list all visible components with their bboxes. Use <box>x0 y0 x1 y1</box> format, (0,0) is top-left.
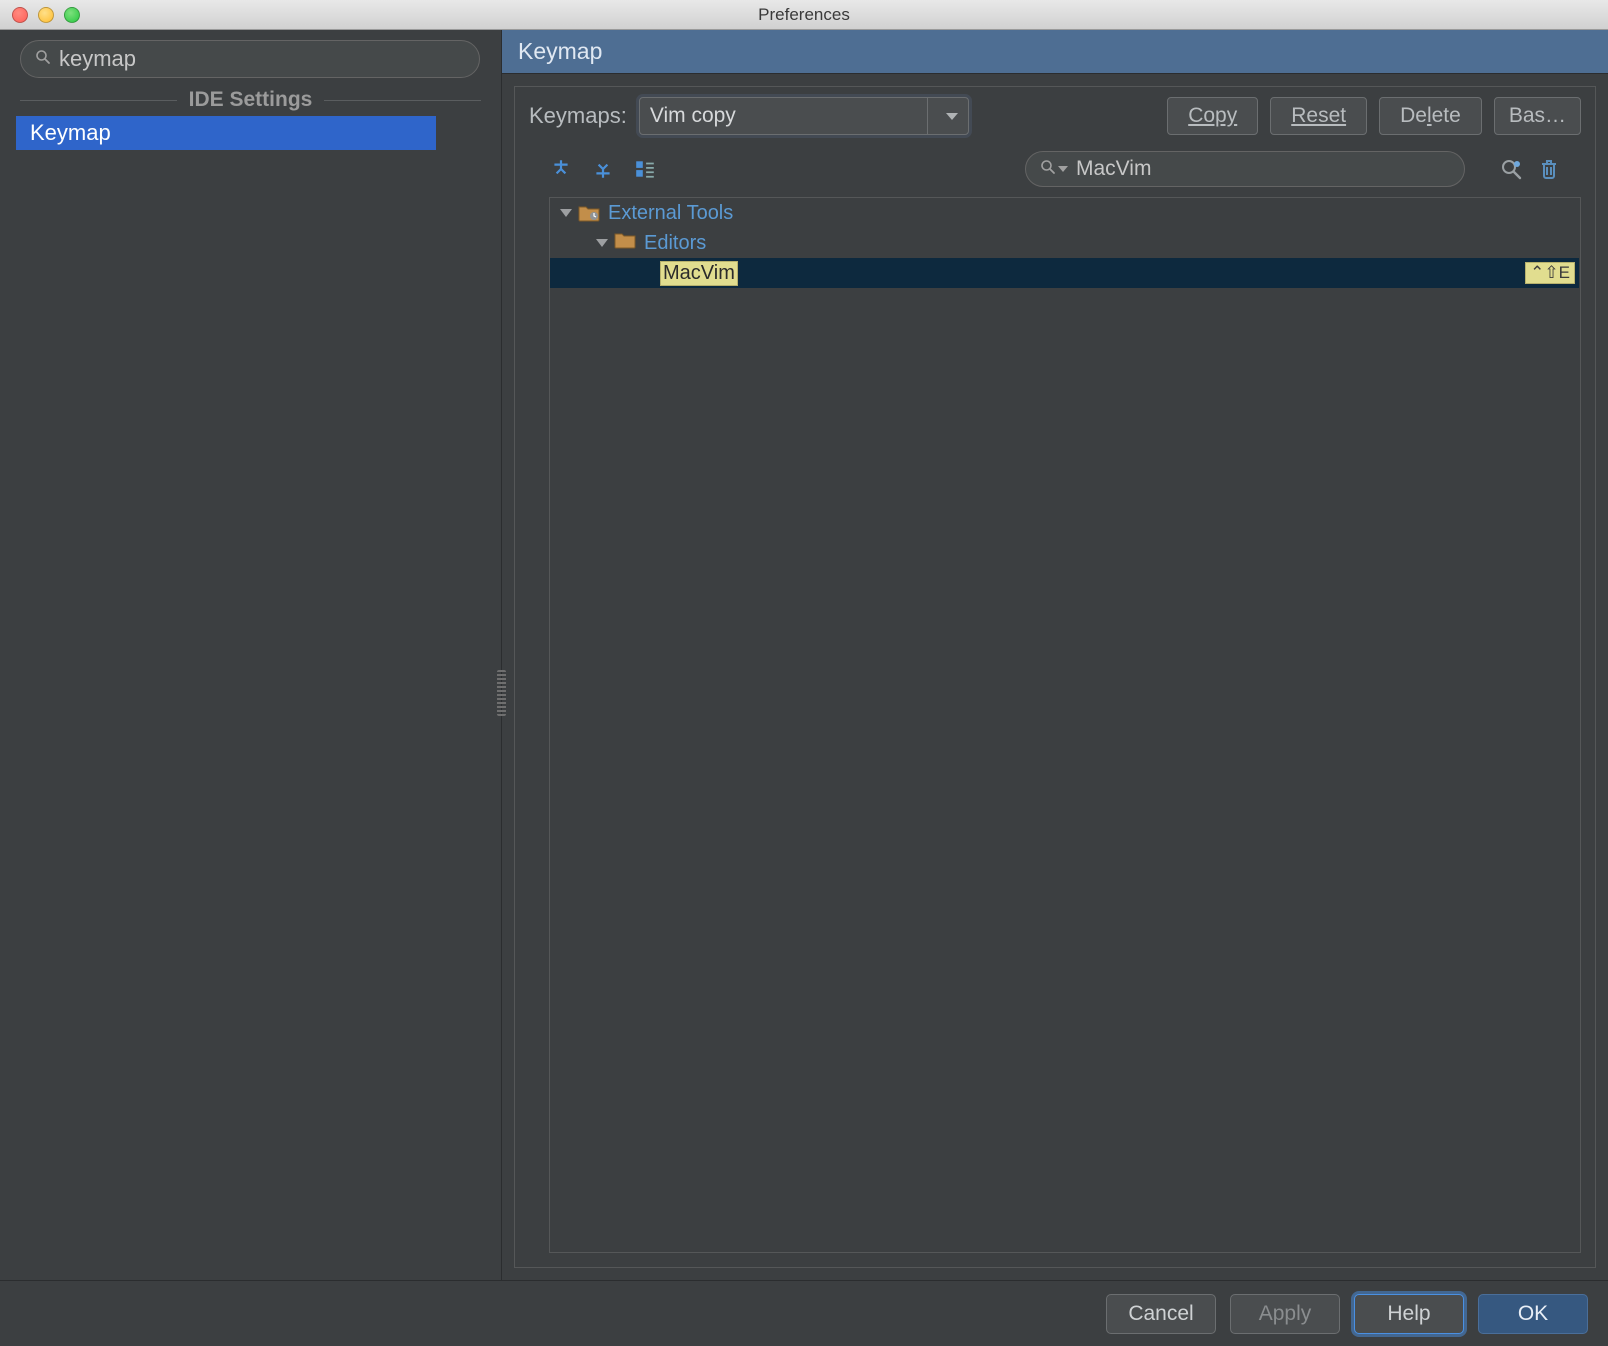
sidebar: keymap IDE Settings Keymap <box>0 30 502 1280</box>
tree-leaf-macvim[interactable]: MacVim ⌃⇧E <box>550 258 1579 288</box>
based-on-button[interactable]: Bas… <box>1494 97 1581 135</box>
search-history-icon[interactable] <box>1058 166 1068 172</box>
edit-shortcut-button[interactable] <box>633 157 657 181</box>
search-icon <box>1040 159 1056 180</box>
tree-node-external-tools[interactable]: External Tools <box>550 198 1580 228</box>
keymaps-dropdown[interactable]: Vim copy <box>639 97 969 135</box>
delete-button[interactable]: Delete <box>1379 97 1482 135</box>
splitter-handle[interactable] <box>497 670 506 716</box>
section-header-label: IDE Settings <box>177 88 325 112</box>
content: keymap IDE Settings Keymap Keymap Keymap… <box>0 30 1608 1280</box>
tree-node-editors[interactable]: Editors <box>550 228 1580 258</box>
section-header: IDE Settings <box>20 88 481 112</box>
window-title: Preferences <box>0 5 1608 25</box>
folder-icon <box>614 231 636 255</box>
search-icon <box>35 49 51 70</box>
panel-title: Keymap <box>502 30 1608 74</box>
disclosure-triangle-icon[interactable] <box>596 239 608 247</box>
settings-search-input[interactable]: keymap <box>20 40 480 78</box>
shortcut-badge: ⌃⇧E <box>1525 262 1575 284</box>
tree-toolbar: MacVim <box>515 145 1595 197</box>
sidebar-item-label: Keymap <box>30 120 111 145</box>
reset-button[interactable]: Reset <box>1270 97 1367 135</box>
chevron-down-icon <box>946 113 958 120</box>
keymap-tree[interactable]: External Tools Editors MacVim ⌃⇧E <box>549 197 1581 1253</box>
expand-all-button[interactable] <box>549 157 573 181</box>
copy-button[interactable]: Copy <box>1167 97 1258 135</box>
cancel-button[interactable]: Cancel <box>1106 1294 1216 1334</box>
titlebar: Preferences <box>0 0 1608 30</box>
keymaps-dropdown-value: Vim copy <box>650 104 736 128</box>
action-search-value: MacVim <box>1076 157 1151 181</box>
keymaps-label: Keymaps: <box>529 103 627 129</box>
sidebar-item-keymap[interactable]: Keymap <box>16 116 436 150</box>
keymap-toolbar: Keymaps: Vim copy Copy Reset Delete Bas… <box>515 87 1595 145</box>
disclosure-triangle-icon[interactable] <box>560 209 572 217</box>
tree-node-label: External Tools <box>608 202 733 225</box>
main-panel: Keymap Keymaps: Vim copy Copy Reset Dele… <box>502 30 1608 1280</box>
external-tools-icon <box>578 204 600 222</box>
dialog-footer: Cancel Apply Help OK <box>0 1280 1608 1346</box>
settings-search-value: keymap <box>59 46 136 72</box>
apply-button[interactable]: Apply <box>1230 1294 1340 1334</box>
panel-body: Keymaps: Vim copy Copy Reset Delete Bas… <box>514 86 1596 1268</box>
tree-leaf-label: MacVim <box>660 261 738 286</box>
trash-button[interactable] <box>1537 157 1561 181</box>
collapse-all-button[interactable] <box>591 157 615 181</box>
reset-button-label: Reset <box>1291 104 1346 127</box>
find-by-shortcut-button[interactable] <box>1499 157 1523 181</box>
action-search-input[interactable]: MacVim <box>1025 151 1465 187</box>
tree-node-label: Editors <box>644 232 706 255</box>
help-button[interactable]: Help <box>1354 1294 1464 1334</box>
ok-button[interactable]: OK <box>1478 1294 1588 1334</box>
based-on-button-label: Bas… <box>1509 104 1566 128</box>
copy-button-label: Copy <box>1188 104 1237 127</box>
